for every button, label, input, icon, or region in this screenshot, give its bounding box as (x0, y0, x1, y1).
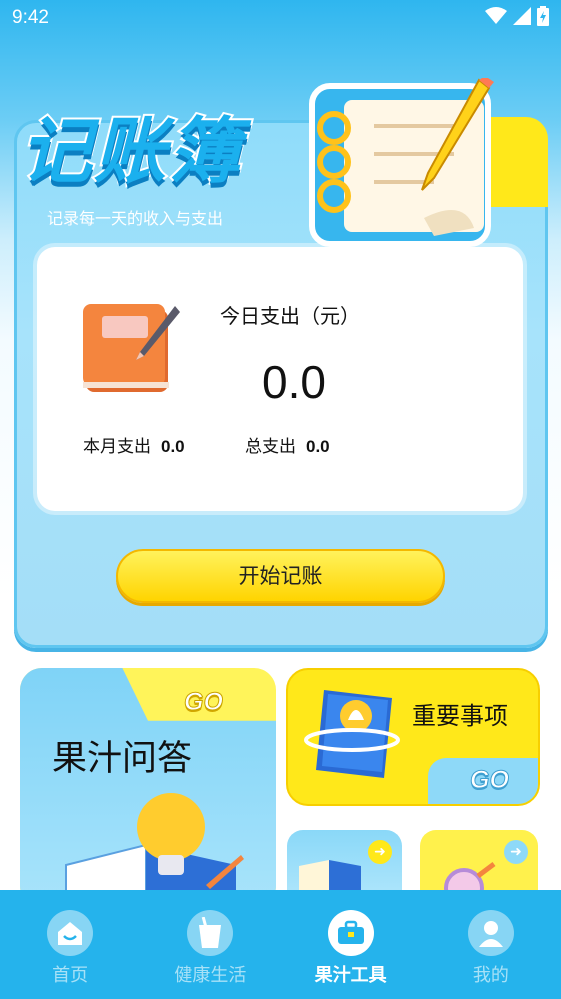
wifi-icon (485, 7, 507, 24)
juice-qa-title: 果汁问答 (52, 739, 193, 779)
nav-label-health: 健康生活 (174, 965, 247, 986)
today-expense-label: 今日支出（元） (220, 304, 360, 328)
month-expense-value: 0.0 (161, 437, 185, 456)
arrow-right-icon: ➜ (368, 840, 392, 864)
qa-go-label: GO (184, 688, 224, 717)
user-icon (467, 910, 514, 956)
month-expense: 本月支出 0.0 (83, 432, 185, 457)
nav-label-mine: 我的 (472, 965, 509, 986)
home-icon (47, 910, 94, 956)
total-expense: 总支出 0.0 (245, 432, 330, 457)
status-time: 9:42 (12, 7, 49, 28)
bottom-navigation: 首页 健康生活 果汁工具 我的 (0, 890, 561, 999)
bell-book-icon (304, 690, 400, 778)
drink-cup-icon (187, 910, 234, 956)
total-expense-value: 0.0 (306, 437, 330, 456)
nav-label-tools: 果汁工具 (314, 965, 387, 986)
today-expense-value: 0.0 (262, 356, 326, 408)
start-bookkeeping-button[interactable]: 开始记账 (116, 549, 445, 603)
toolbox-icon (327, 910, 374, 956)
signal-icon (513, 7, 531, 25)
page-subtitle: 记录每一天的收入与支出 (47, 209, 224, 228)
arrow-right-icon: ➜ (504, 840, 528, 864)
book-pen-icon (83, 304, 180, 392)
month-expense-label: 本月支出 (83, 437, 151, 457)
nav-item-health[interactable]: 健康生活 (140, 890, 280, 999)
nav-item-mine[interactable]: 我的 (421, 890, 561, 999)
nav-item-tools[interactable]: 果汁工具 (281, 890, 421, 999)
status-icons (485, 6, 549, 26)
battery-charging-icon (537, 6, 549, 26)
lightbulb-book-icon (65, 793, 244, 895)
notebook-pencil-icon (309, 78, 494, 247)
page-title: 记账簿 (18, 107, 243, 195)
total-expense-label: 总支出 (245, 437, 296, 457)
nav-item-home[interactable]: 首页 (0, 890, 140, 999)
nav-label-home: 首页 (52, 965, 89, 986)
status-bar: 9:42 (0, 0, 561, 38)
important-go-label: GO (470, 766, 510, 795)
important-matters-title: 重要事项 (412, 702, 508, 730)
